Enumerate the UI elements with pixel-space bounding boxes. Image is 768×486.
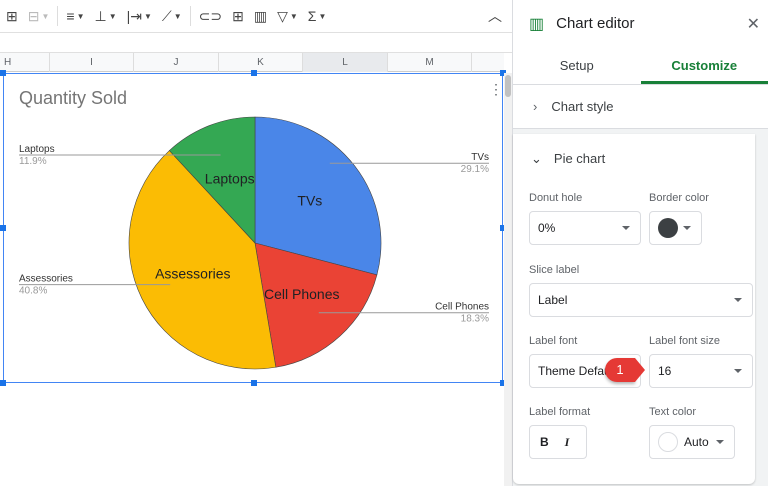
close-icon[interactable]: ✕ — [747, 14, 760, 34]
callout-arrow — [635, 358, 645, 382]
slice-label-value: Label — [538, 293, 568, 307]
legend-label: TVs — [471, 152, 489, 163]
slice-label-select[interactable]: Label — [529, 283, 753, 317]
tab-customize[interactable]: Customize — [640, 47, 768, 84]
percent-label: 11.9% — [19, 156, 47, 167]
chart-icon[interactable]: ▥ — [252, 4, 269, 28]
resize-handle[interactable] — [251, 70, 257, 76]
text-color-value: Auto — [684, 435, 709, 449]
column-header[interactable]: L — [303, 53, 388, 72]
chart-title: Quantity Sold — [19, 88, 127, 108]
percent-label: 18.3% — [461, 314, 489, 325]
slice-label-label: Slice label — [529, 264, 580, 276]
caret-icon — [734, 369, 742, 373]
label-format-group: BI — [529, 425, 587, 459]
borders-icon[interactable]: ⊞ — [4, 4, 20, 28]
collapse-icon[interactable]: ︿ — [486, 4, 504, 28]
chevron-right-icon: › — [533, 99, 538, 114]
donut-hole-value: 0% — [538, 221, 556, 235]
resize-handle[interactable] — [0, 380, 6, 386]
caret-icon — [622, 226, 630, 230]
slice-label: TVs — [297, 193, 322, 209]
align-left-icon[interactable]: ≡ ▼ — [64, 4, 86, 28]
border-color-select[interactable] — [649, 211, 702, 245]
legend-label: Cell Phones — [435, 302, 489, 313]
chart-style-section[interactable]: › Chart style — [513, 85, 768, 129]
color-swatch — [658, 218, 678, 238]
legend-label: Laptops — [19, 144, 55, 155]
toolbar: ⊞ ⊟ ▼ ≡ ▼ ⊥ ▼ |⇥ ▼ ⟋ ▼ ⊂⊃ ⊞ ▥ ▽ ▼ Σ ▼ ︿ — [0, 0, 512, 33]
slice-label: Laptops — [205, 170, 255, 186]
percent-label: 40.8% — [19, 286, 47, 297]
text-color-select[interactable]: Auto — [649, 425, 735, 459]
chart-icon: ▥ — [529, 15, 545, 33]
editor-tabs: Setup Customize — [513, 47, 768, 85]
donut-hole-select[interactable]: 0% — [529, 211, 641, 245]
step-callout-badge: 1 — [605, 358, 635, 382]
pie-svg: Quantity Sold ⋮ TVsTVs29.1%Cell PhonesCe… — [19, 81, 503, 370]
donut-hole-label: Donut hole — [529, 192, 583, 204]
column-header[interactable]: H — [0, 53, 50, 72]
resize-handle[interactable] — [0, 70, 6, 76]
text-color-label: Text color — [649, 406, 697, 418]
editor-title: Chart editor — [556, 15, 635, 32]
rotate-icon[interactable]: ⟋ ▼ — [160, 4, 184, 28]
column-header[interactable]: I — [50, 53, 134, 72]
label-font-label: Label font — [529, 335, 578, 347]
tab-setup[interactable]: Setup — [513, 47, 641, 84]
slice-label: Assessories — [155, 266, 230, 282]
editor-header: ▥ Chart editor ✕ — [513, 0, 768, 47]
caret-icon — [716, 440, 724, 444]
resize-handle[interactable] — [251, 380, 257, 386]
merge-icon[interactable]: ⊟ ▼ — [26, 4, 52, 28]
slice-label: Cell Phones — [264, 286, 340, 302]
column-header[interactable]: J — [134, 53, 219, 72]
filter-icon[interactable]: ▽ ▼ — [275, 4, 300, 28]
border-color-label: Border color — [649, 192, 709, 204]
pie-chart[interactable]: Quantity Sold ⋮ TVs TVs 29.1% Cell Phones Ce… — [0, 70, 506, 386]
scrollbar-thumb[interactable] — [505, 75, 511, 97]
more-menu-icon[interactable]: ⋮ — [489, 81, 503, 97]
divider — [189, 6, 191, 26]
label-font-size-select[interactable]: 16 — [649, 354, 753, 388]
resize-handle[interactable] — [0, 225, 6, 231]
sum-icon[interactable]: Σ ▼ — [306, 4, 329, 28]
legend-label: Assessories — [19, 274, 73, 285]
column-header[interactable]: K — [219, 53, 303, 72]
bold-button[interactable]: B — [540, 435, 549, 449]
column-header[interactable]: M — [388, 53, 472, 72]
pie-chart-section: ⌄ Pie chart Donut hole 0% Border color Sl… — [513, 134, 755, 484]
divider — [57, 6, 59, 26]
pie-chart-header[interactable]: ⌄ Pie chart — [531, 151, 605, 167]
percent-label: 29.1% — [461, 164, 489, 175]
italic-button[interactable]: I — [565, 435, 570, 450]
color-swatch — [658, 432, 678, 452]
comment-icon[interactable]: ⊞ — [230, 4, 246, 28]
formula-bar[interactable] — [0, 33, 512, 53]
chart-style-label: Chart style — [551, 99, 614, 114]
caret-icon — [683, 226, 691, 230]
label-font-size-value: 16 — [658, 364, 672, 378]
label-format-label: Label format — [529, 406, 591, 418]
scrollbar[interactable] — [504, 73, 512, 486]
link-icon[interactable]: ⊂⊃ — [197, 4, 224, 28]
section-label: Pie chart — [553, 151, 606, 166]
chart-editor-panel: ▥ Chart editor ✕ Setup Customize › Chart… — [512, 0, 768, 486]
callout-number: 1 — [616, 362, 624, 377]
caret-icon — [734, 298, 742, 302]
label-font-size-label: Label font size — [649, 335, 720, 347]
wrap-icon[interactable]: |⇥ ▼ — [125, 4, 154, 28]
valign-icon[interactable]: ⊥ ▼ — [92, 4, 118, 28]
chevron-down-icon: ⌄ — [531, 151, 542, 166]
